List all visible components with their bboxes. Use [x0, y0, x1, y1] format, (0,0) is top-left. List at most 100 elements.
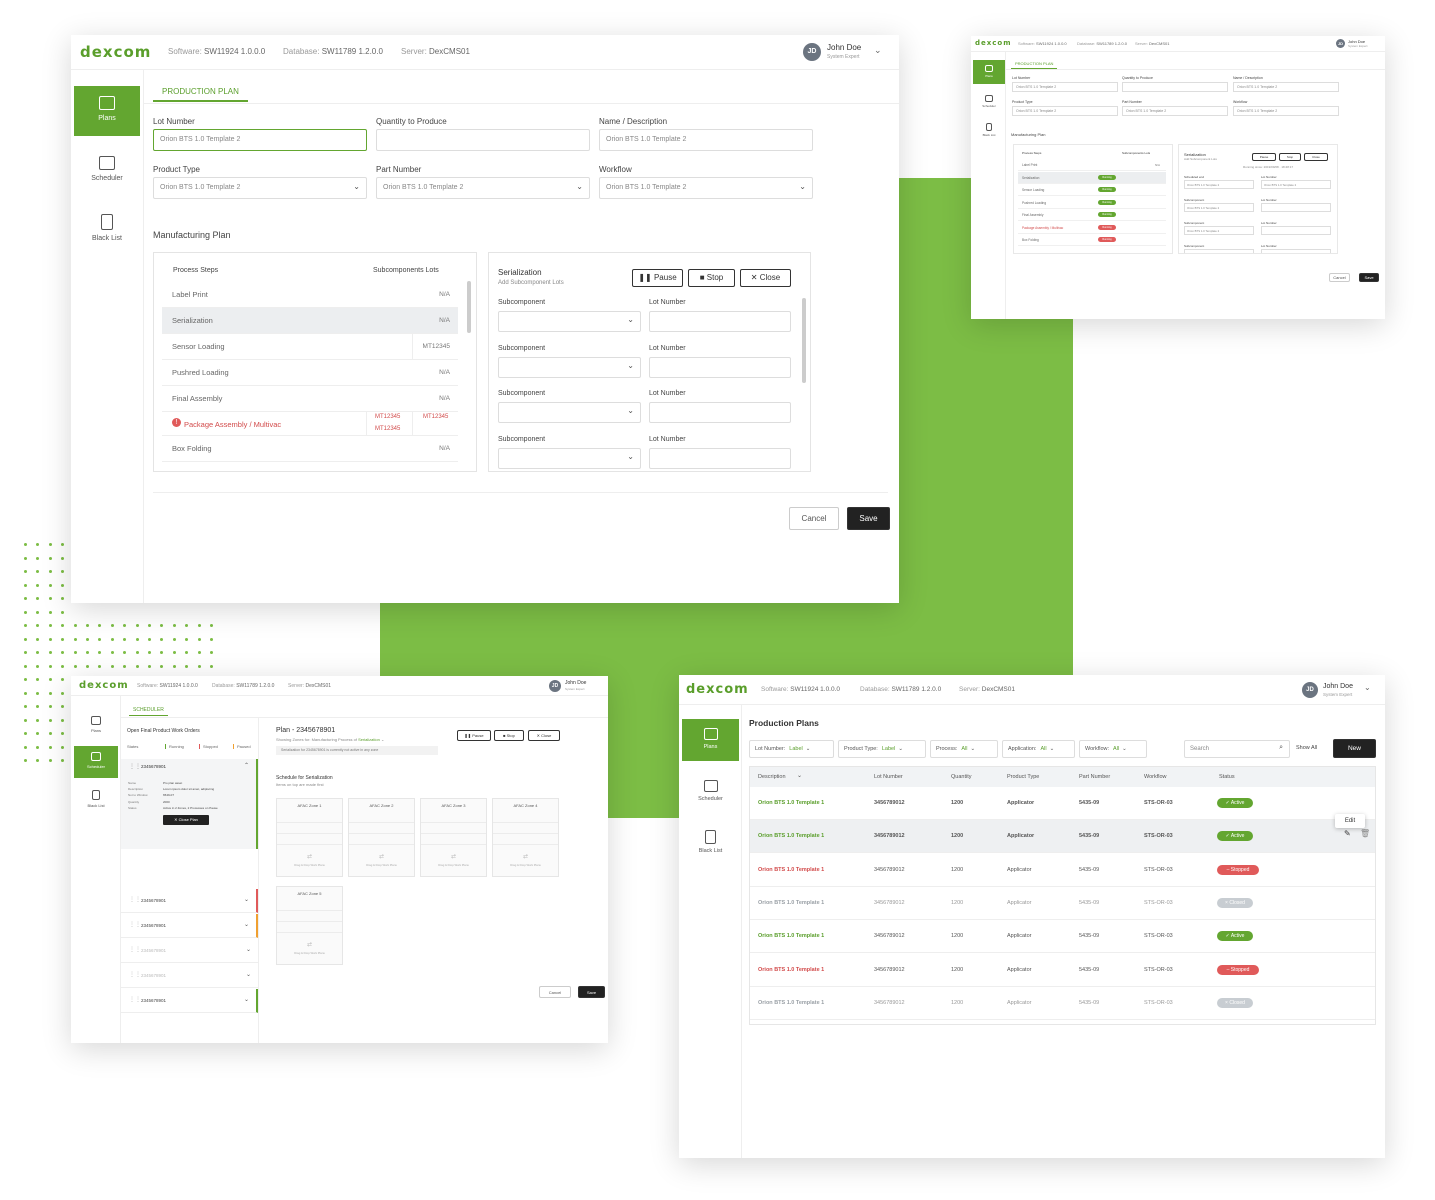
- tab-scheduler[interactable]: SCHEDULER: [129, 706, 168, 716]
- field-input[interactable]: Orion BTS 1.0 Template 2: [1233, 82, 1339, 92]
- show-all-link[interactable]: Show All: [1296, 745, 1317, 751]
- process-step-row[interactable]: Final Assembly Running: [1018, 209, 1166, 221]
- lot-number-input[interactable]: Orion BTS 1.0 Template 2: [153, 129, 367, 151]
- lot-number-input[interactable]: Orion BTS 1.0 Template 2: [1261, 180, 1331, 189]
- field-input[interactable]: [1122, 82, 1228, 92]
- lot-number-input[interactable]: [1261, 226, 1331, 235]
- close-button[interactable]: Close: [1304, 153, 1328, 161]
- new-plan-button[interactable]: New: [1333, 739, 1376, 758]
- sort-icon[interactable]: ⌄: [797, 772, 802, 779]
- lot-number-input[interactable]: [649, 311, 791, 332]
- sidebar-item-blacklist[interactable]: Black List: [74, 206, 140, 256]
- sidebar-item-scheduler[interactable]: Scheduler: [682, 775, 739, 815]
- zone-column[interactable]: AFAC Zone 3 ⇄ Drag & Drop Work Plans: [420, 798, 487, 877]
- cancel-button[interactable]: Cancel: [539, 986, 571, 998]
- name-input[interactable]: Orion BTS 1.0 Template 2: [599, 129, 813, 151]
- process-step-row[interactable]: Box Folding N/A: [162, 436, 458, 462]
- chevron-down-icon[interactable]: ⌄: [1364, 683, 1371, 692]
- process-step-row[interactable]: Pushred Loading Running: [1018, 197, 1166, 209]
- process-step-row[interactable]: Sensor Loading Running: [1018, 184, 1166, 196]
- work-order-row[interactable]: ⋮⋮ 2345678901 ⌄: [121, 914, 258, 938]
- avatar[interactable]: JD: [1302, 682, 1318, 698]
- table-row[interactable]: Orion BTS 1.0 Template 1 3456789012 1200 Ap…: [750, 787, 1375, 820]
- zone-column[interactable]: AFAC Zone 1 ⇄ Drag & Drop Work Plans: [276, 798, 343, 877]
- work-order-row[interactable]: ⋮⋮ 2345678901 ⌄: [121, 939, 258, 963]
- column-header[interactable]: Description: [758, 774, 786, 780]
- stop-button[interactable]: ■ Stop: [494, 730, 524, 741]
- subcomponent-select[interactable]: Orion BTS 1.0 Template 2: [1184, 249, 1254, 253]
- chevron-down-icon[interactable]: ⌄: [874, 45, 882, 56]
- close-plan-button[interactable]: ✕ Close Plan: [163, 815, 209, 825]
- process-step-row[interactable]: Final Assembly N/A: [162, 386, 458, 412]
- sidebar-item-scheduler[interactable]: Scheduler: [74, 746, 118, 778]
- stop-button[interactable]: ■ Stop: [688, 269, 735, 287]
- lot-number-input[interactable]: [649, 402, 791, 423]
- table-row[interactable]: Orion BTS 1.0 Template 1 3456789012 1200 Ap…: [750, 820, 1375, 854]
- table-row[interactable]: Orion BTS 1.0 Template 1 3456789012 1200 Ap…: [750, 854, 1375, 887]
- work-order-row[interactable]: ⋮⋮ 2345678901 ⌄: [121, 889, 258, 913]
- lot-number-input[interactable]: [1261, 249, 1331, 253]
- process-step-row[interactable]: Label Print N/A: [162, 282, 458, 308]
- work-order-expanded[interactable]: ⋮⋮ 2345678901 ⌃ Name Pro plan asset Descripti…: [121, 759, 258, 849]
- zone-column[interactable]: AFAC Zone 4 ⇄ Drag & Drop Work Plans: [492, 798, 559, 877]
- subcomponent-select[interactable]: ⌄: [498, 402, 641, 423]
- pause-button[interactable]: Pause: [1252, 153, 1276, 161]
- avatar[interactable]: JD: [1336, 39, 1345, 48]
- work-order-row[interactable]: ⋮⋮ 2345678901 ⌄: [121, 964, 258, 988]
- scrollbar[interactable]: [802, 298, 806, 383]
- process-step-row[interactable]: Label Print N/A: [1018, 159, 1166, 171]
- subcomponent-select[interactable]: ⌄: [498, 311, 641, 332]
- save-button[interactable]: Save: [578, 986, 605, 998]
- table-row[interactable]: Orion BTS 1.0 Template 1 3456789012 1200 Ap…: [750, 887, 1375, 920]
- sidebar-item-plans[interactable]: Plans: [74, 712, 118, 740]
- field-input[interactable]: Orion BTS 1.0 Template 2: [1012, 106, 1118, 116]
- field-input[interactable]: Orion BTS 1.0 Template 2: [1012, 82, 1118, 92]
- part-number-select[interactable]: Orion BTS 1.0 Template 2 ⌄: [376, 177, 590, 199]
- avatar[interactable]: JD: [549, 680, 561, 692]
- subcomponent-select[interactable]: Orion BTS 1.0 Template 2: [1184, 226, 1254, 235]
- sidebar-item-scheduler[interactable]: Scheduler: [973, 90, 1005, 114]
- process-step-row[interactable]: Serialization N/A: [162, 308, 458, 334]
- sidebar-item-scheduler[interactable]: Scheduler: [74, 148, 140, 198]
- zone-column[interactable]: AFAC Zone 2 ⇄ Drag & Drop Work Plans: [348, 798, 415, 877]
- lot-number-input[interactable]: [649, 447, 791, 469]
- process-step-row[interactable]: Pushred Loading N/A: [162, 360, 458, 386]
- subcomponent-select[interactable]: Orion BTS 1.0 Template 2: [1184, 203, 1254, 212]
- sidebar-item-blacklist[interactable]: Black List: [682, 825, 739, 865]
- filter-dropdown[interactable]: Process: All ⌄: [930, 740, 998, 758]
- scrollbar[interactable]: [467, 281, 471, 333]
- cancel-button[interactable]: Cancel: [789, 507, 839, 530]
- stop-button[interactable]: Stop: [1279, 153, 1301, 161]
- subcomponent-select[interactable]: ⌄: [498, 447, 641, 469]
- cancel-button[interactable]: Cancel: [1329, 273, 1350, 282]
- save-button[interactable]: Save: [847, 507, 890, 530]
- sidebar-item-plans[interactable]: Plans: [682, 719, 739, 761]
- tab-production-plan[interactable]: PRODUCTION PLAN: [1011, 60, 1058, 69]
- search-input[interactable]: Search ⌕: [1184, 740, 1290, 758]
- pause-button[interactable]: ❚❚ Pause: [632, 269, 683, 287]
- work-order-row[interactable]: ⋮⋮ 2345678901 ⌄: [121, 989, 258, 1013]
- process-step-row[interactable]: Box Folding Running: [1018, 234, 1166, 246]
- table-row[interactable]: Orion BTS 1.0 Template 1 3456789012 1200 Ap…: [750, 987, 1375, 1020]
- sidebar-item-blacklist[interactable]: Black List: [74, 786, 118, 814]
- tab-production-plan[interactable]: PRODUCTION PLAN: [153, 85, 248, 102]
- subcomponent-select[interactable]: ⌄: [498, 356, 641, 378]
- table-row[interactable]: Orion BTS 1.0 Template 1 3456789012 1200 Ap…: [750, 920, 1375, 954]
- subcomponent-select[interactable]: Orion BTS 1.0 Template 2: [1184, 180, 1254, 189]
- process-step-row[interactable]: Sensor Loading MT12345: [162, 334, 458, 360]
- avatar[interactable]: JD: [803, 43, 821, 61]
- table-row[interactable]: Orion BTS 1.0 Template 1 3456789012 1200 Ap…: [750, 954, 1375, 987]
- save-button[interactable]: Save: [1359, 273, 1379, 282]
- quantity-input[interactable]: [376, 129, 590, 151]
- close-button[interactable]: ✕ Close: [528, 730, 560, 741]
- pause-button[interactable]: ❚❚ Pause: [457, 730, 491, 741]
- lot-number-input[interactable]: [649, 356, 791, 378]
- edit-icon[interactable]: ✎: [1344, 829, 1351, 838]
- delete-icon[interactable]: 🗑: [1360, 829, 1370, 838]
- filter-dropdown[interactable]: Product Type: Label ⌄: [838, 740, 926, 758]
- product-type-select[interactable]: Orion BTS 1.0 Template 2 ⌄: [153, 177, 367, 199]
- filter-dropdown[interactable]: Lot Number: Label ⌄: [749, 740, 834, 758]
- sidebar-item-plans[interactable]: Plans: [74, 86, 140, 136]
- field-input[interactable]: Orion BTS 1.0 Template 2: [1233, 106, 1339, 116]
- process-step-row[interactable]: ! Package Assembly / Multivac MT12345 MT123…: [162, 412, 458, 436]
